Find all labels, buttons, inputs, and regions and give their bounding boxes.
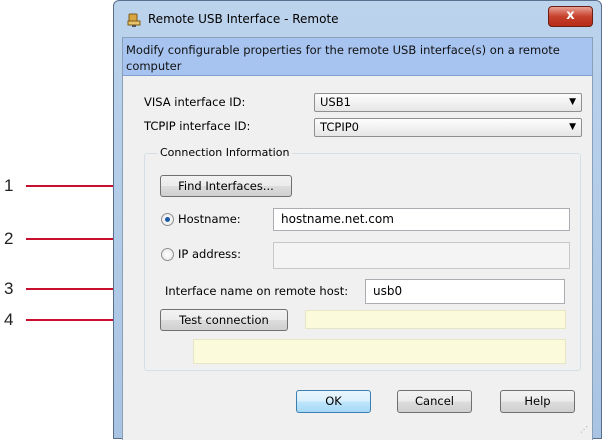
description-banner: Modify configurable properties for the r…: [123, 38, 592, 76]
hostname-label: Hostname:: [178, 212, 241, 226]
hostname-input[interactable]: hostname.net.com: [273, 208, 570, 231]
callout-4: 4: [4, 310, 14, 329]
chevron-down-icon: ▼: [569, 97, 576, 107]
test-result-field: [305, 310, 566, 329]
title-bar[interactable]: Remote USB Interface - Remote x: [114, 1, 601, 35]
visa-interface-label: VISA interface ID:: [144, 95, 246, 109]
interface-name-label: Interface name on remote host:: [165, 284, 349, 298]
window-title: Remote USB Interface - Remote: [148, 12, 339, 26]
status-message-field: [193, 339, 566, 364]
ip-address-label: IP address:: [178, 247, 242, 261]
resize-grip-icon[interactable]: ⋰: [580, 426, 590, 438]
tcpip-interface-label: TCPIP interface ID:: [144, 119, 251, 133]
hostname-value: hostname.net.com: [281, 212, 394, 226]
chevron-down-icon: ▼: [569, 122, 576, 132]
tcpip-interface-value: TCPIP0: [320, 120, 359, 134]
connection-information-title: Connection Information: [157, 146, 293, 159]
help-button[interactable]: Help: [500, 390, 575, 413]
ip-address-input[interactable]: [273, 242, 570, 269]
interface-name-input[interactable]: usb0: [365, 279, 565, 304]
remote-usb-interface-dialog: Remote USB Interface - Remote x Modify c…: [113, 0, 602, 440]
close-icon: x: [566, 8, 575, 23]
visa-interface-value: USB1: [320, 95, 351, 109]
visa-interface-select[interactable]: USB1 ▼: [314, 93, 582, 112]
test-connection-button[interactable]: Test connection: [160, 309, 288, 331]
interface-name-value: usb0: [373, 284, 403, 298]
dialog-content: Modify configurable properties for the r…: [122, 37, 593, 440]
cancel-button[interactable]: Cancel: [397, 390, 472, 413]
hostname-radio[interactable]: [161, 213, 174, 226]
callout-2: 2: [4, 229, 14, 248]
callout-1: 1: [4, 176, 14, 195]
tcpip-interface-select[interactable]: TCPIP0 ▼: [314, 118, 582, 137]
ip-address-radio[interactable]: [161, 248, 174, 261]
find-interfaces-button[interactable]: Find Interfaces...: [160, 175, 292, 197]
usb-device-icon: [126, 12, 142, 28]
ok-button[interactable]: OK: [296, 390, 371, 413]
callout-3: 3: [4, 279, 14, 298]
close-button[interactable]: x: [548, 6, 593, 27]
